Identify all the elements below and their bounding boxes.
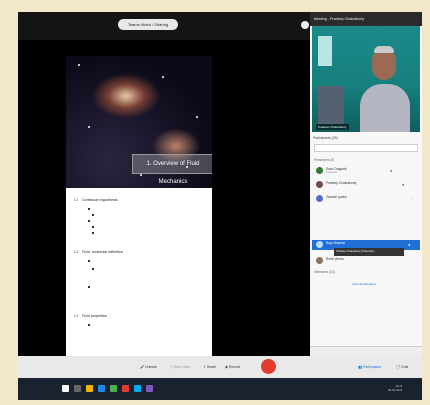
- chat-label: Chat: [401, 365, 409, 369]
- start-video-button[interactable]: ▢ Start video: [170, 362, 190, 372]
- top-bar: Teams Video / Sharing: [18, 12, 310, 40]
- participant-role: Presenter: [326, 171, 338, 174]
- bullet: [92, 214, 94, 216]
- person-body: [360, 84, 410, 132]
- record-label: Record: [228, 365, 240, 369]
- search-icon[interactable]: [74, 385, 81, 392]
- file-explorer-icon[interactable]: [86, 385, 93, 392]
- shared-screen: 1. Overview of Fluid Mechanics 1.1 Conti…: [18, 40, 310, 364]
- section-number: 1.3: [74, 314, 79, 318]
- panel-header: Meeting - Pradeep Chakraborty: [310, 12, 422, 26]
- unmute-label: Unmute: [145, 365, 158, 369]
- bullet: [88, 260, 90, 262]
- section-number: 1.2: [74, 250, 79, 254]
- app-icon[interactable]: [122, 385, 129, 392]
- chat-button[interactable]: 💬 Chat: [396, 362, 408, 372]
- more-icon[interactable]: ⋮: [410, 196, 414, 201]
- presenters-group-label: Presenters (5): [314, 158, 335, 162]
- avatar: [316, 167, 323, 174]
- participant-name: Rohit Verma: [326, 257, 344, 261]
- side-panel: Meeting - Pradeep Chakraborty Pradeep Ch…: [310, 12, 422, 357]
- share-label: Share: [206, 365, 216, 369]
- app-icon[interactable]: [146, 385, 153, 392]
- participants-button[interactable]: 👥 Participants: [358, 362, 381, 372]
- view-options-icon[interactable]: [301, 21, 309, 29]
- participant-row[interactable]: Pradeep Chakraborty ●: [312, 180, 420, 190]
- background-shelf: [318, 86, 344, 124]
- section-heading: Fluid properties: [82, 314, 107, 318]
- bullet: [88, 324, 90, 326]
- participant-name: Raju Sharma: [326, 241, 345, 245]
- bullet: [92, 268, 94, 270]
- section-number: 1.1: [74, 198, 79, 202]
- start-video-label: Start video: [174, 365, 191, 369]
- person-hair: [374, 46, 394, 53]
- meeting-controls: 🎤 Unmute ▢ Start video ⇧ Share ◉ Record …: [18, 356, 422, 378]
- participant-search-input[interactable]: [314, 144, 418, 152]
- record-label-button[interactable]: ◉ Record: [225, 362, 240, 372]
- avatar: [316, 241, 323, 248]
- participants-title: Participants (29): [313, 136, 338, 140]
- participants-label: Participants: [363, 365, 381, 369]
- view-all-link[interactable]: View all attendees: [352, 282, 376, 286]
- video-name-tag: Pradeep Chakraborty: [316, 124, 349, 130]
- mic-icon[interactable]: ●: [408, 242, 410, 247]
- bullet: [92, 226, 94, 228]
- section-heading: Fluid: molecular definition: [82, 250, 123, 254]
- bullet: [88, 220, 90, 222]
- avatar: [316, 181, 323, 188]
- end-call-button[interactable]: [261, 359, 276, 374]
- mic-icon[interactable]: ●: [402, 182, 404, 187]
- wall-painting: [318, 36, 332, 66]
- participant-video[interactable]: Pradeep Chakraborty: [312, 26, 420, 132]
- document-page: 1.1 Continuum hypothesis 1.2 Fluid: mole…: [66, 188, 212, 364]
- webex-icon[interactable]: [134, 385, 141, 392]
- start-icon[interactable]: [62, 385, 69, 392]
- section-heading: Continuum hypothesis: [82, 198, 118, 202]
- taskbar: 10:14 04-03-2021: [18, 378, 422, 400]
- avatar: [316, 257, 323, 264]
- chrome-icon[interactable]: [110, 385, 117, 392]
- share-indicator[interactable]: Teams Video / Sharing: [118, 19, 178, 30]
- participant-tooltip: Pradeep Chakraborty (Presenter): [334, 248, 404, 256]
- attendees-group-label: Attendees (23): [314, 270, 335, 274]
- participant-row[interactable]: Rohit Verma: [312, 256, 420, 266]
- share-button[interactable]: ⇧ Share: [203, 362, 216, 372]
- participant-name: Pradeep Chakraborty: [326, 181, 357, 185]
- meeting-window: Teams Video / Sharing 1. Overview of Flu…: [18, 12, 422, 400]
- avatar: [316, 195, 323, 202]
- edge-icon[interactable]: [98, 385, 105, 392]
- bullet: [92, 232, 94, 234]
- slide-title: 1. Overview of Fluid Mechanics: [132, 154, 212, 185]
- mic-icon[interactable]: ●: [390, 168, 392, 173]
- slide-galaxy-image: 1. Overview of Fluid Mechanics: [66, 56, 212, 188]
- bullet: [88, 208, 90, 210]
- unmute-button[interactable]: 🎤 Unmute: [140, 362, 157, 372]
- clock-date: 04-03-2021: [388, 388, 403, 392]
- bullet: [88, 286, 90, 288]
- clock[interactable]: 10:14 04-03-2021: [388, 384, 402, 392]
- participant-row[interactable]: Sara Chaganti Presenter ●: [312, 166, 420, 176]
- participant-row[interactable]: Ganesh guntur ⋮: [312, 194, 420, 204]
- participant-name: Ganesh guntur: [326, 195, 348, 199]
